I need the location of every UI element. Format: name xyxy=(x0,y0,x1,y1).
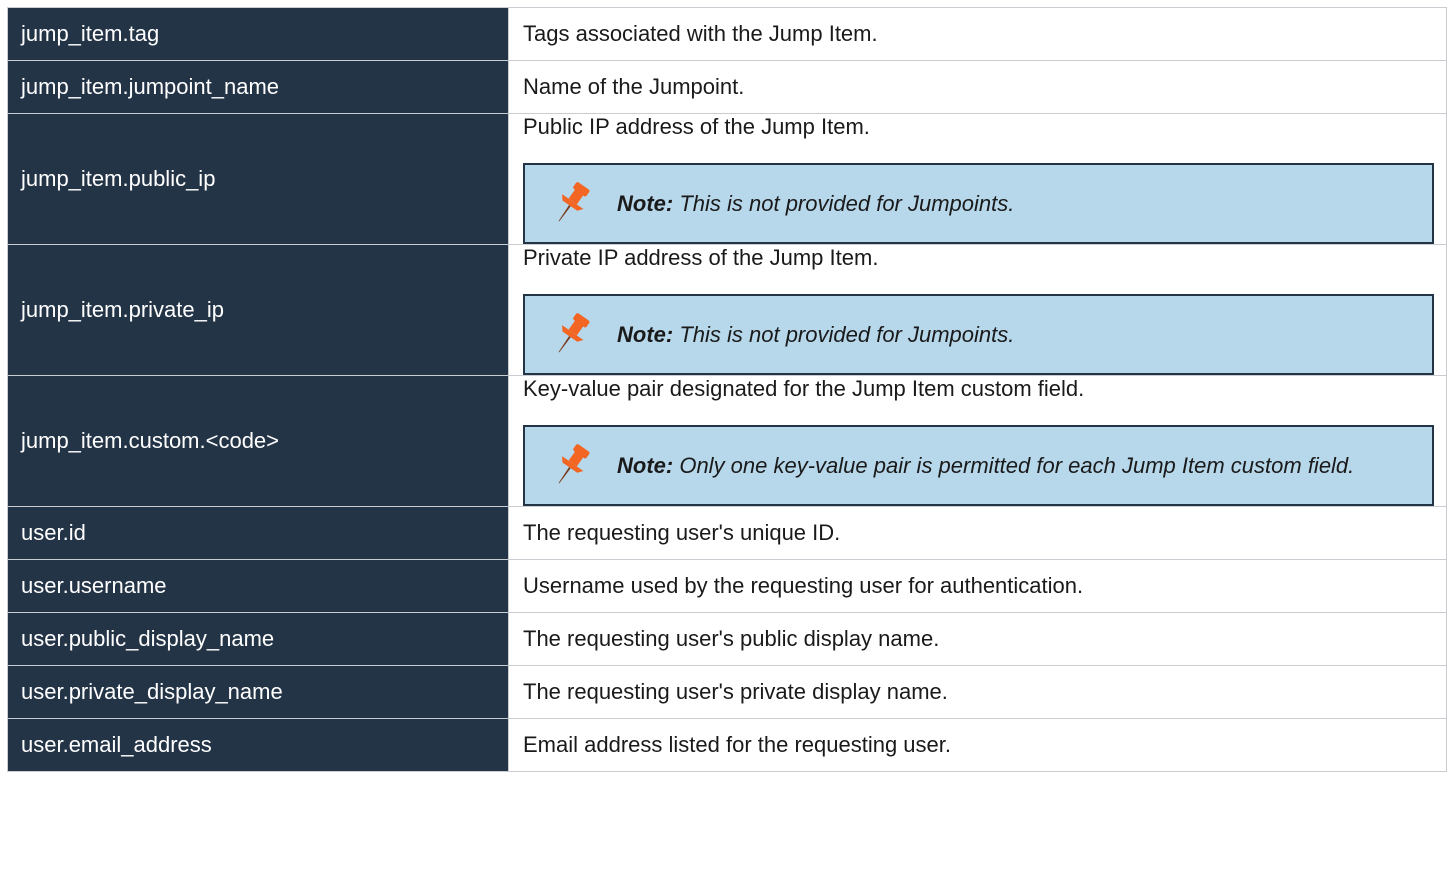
table-row: jump_item.jumpoint_name Name of the Jump… xyxy=(7,60,1447,114)
variable-name: jump_item.custom.<code> xyxy=(7,375,509,507)
variable-name: user.username xyxy=(7,559,509,613)
variable-name: jump_item.tag xyxy=(7,7,509,61)
variable-description: Tags associated with the Jump Item. xyxy=(508,7,1447,61)
note-label: Note: xyxy=(617,452,674,478)
note-label: Note: xyxy=(617,321,674,347)
table-row: user.username Username used by the reque… xyxy=(7,559,1447,613)
pushpin-icon xyxy=(525,309,617,361)
variable-description: The requesting user's public display nam… xyxy=(508,612,1447,666)
variable-description: Email address listed for the requesting … xyxy=(508,718,1447,772)
variable-name: user.public_display_name xyxy=(7,612,509,666)
variable-description: The requesting user's unique ID. xyxy=(508,506,1447,560)
variable-description-cell: Public IP address of the Jump Item. Note… xyxy=(508,113,1447,245)
variable-name: jump_item.private_ip xyxy=(7,244,509,376)
variable-description: Private IP address of the Jump Item. xyxy=(523,245,879,270)
note-label: Note: xyxy=(617,190,674,216)
table-row: user.id The requesting user's unique ID. xyxy=(7,506,1447,560)
table-row: user.email_address Email address listed … xyxy=(7,718,1447,772)
pushpin-icon xyxy=(525,440,617,492)
note-box: Note: This is not provided for Jumpoints… xyxy=(523,294,1434,375)
variable-name: user.private_display_name xyxy=(7,665,509,719)
variable-description: Public IP address of the Jump Item. xyxy=(523,114,870,139)
variable-description: The requesting user's private display na… xyxy=(508,665,1447,719)
variable-description: Username used by the requesting user for… xyxy=(508,559,1447,613)
table-row: jump_item.private_ip Private IP address … xyxy=(7,244,1447,376)
note-text: This is not provided for Jumpoints. xyxy=(673,190,1015,216)
table-row: jump_item.custom.<code> Key-value pair d… xyxy=(7,375,1447,507)
variables-table: jump_item.tag Tags associated with the J… xyxy=(7,7,1447,772)
note-text: Only one key-value pair is permitted for… xyxy=(673,452,1355,478)
note-box: Note: This is not provided for Jumpoints… xyxy=(523,163,1434,244)
pushpin-icon xyxy=(525,178,617,230)
table-row: jump_item.tag Tags associated with the J… xyxy=(7,7,1447,61)
table-row: user.private_display_name The requesting… xyxy=(7,665,1447,719)
variable-name: jump_item.public_ip xyxy=(7,113,509,245)
variable-name: user.email_address xyxy=(7,718,509,772)
variable-description: Name of the Jumpoint. xyxy=(508,60,1447,114)
variable-description-cell: Key-value pair designated for the Jump I… xyxy=(508,375,1447,507)
table-row: jump_item.public_ip Public IP address of… xyxy=(7,113,1447,245)
note-text: This is not provided for Jumpoints. xyxy=(673,321,1015,347)
variable-description-cell: Private IP address of the Jump Item. Not… xyxy=(508,244,1447,376)
note-box: Note: Only one key-value pair is permitt… xyxy=(523,425,1434,506)
table-row: user.public_display_name The requesting … xyxy=(7,612,1447,666)
variable-description: Key-value pair designated for the Jump I… xyxy=(523,376,1085,401)
variable-name: user.id xyxy=(7,506,509,560)
variable-name: jump_item.jumpoint_name xyxy=(7,60,509,114)
